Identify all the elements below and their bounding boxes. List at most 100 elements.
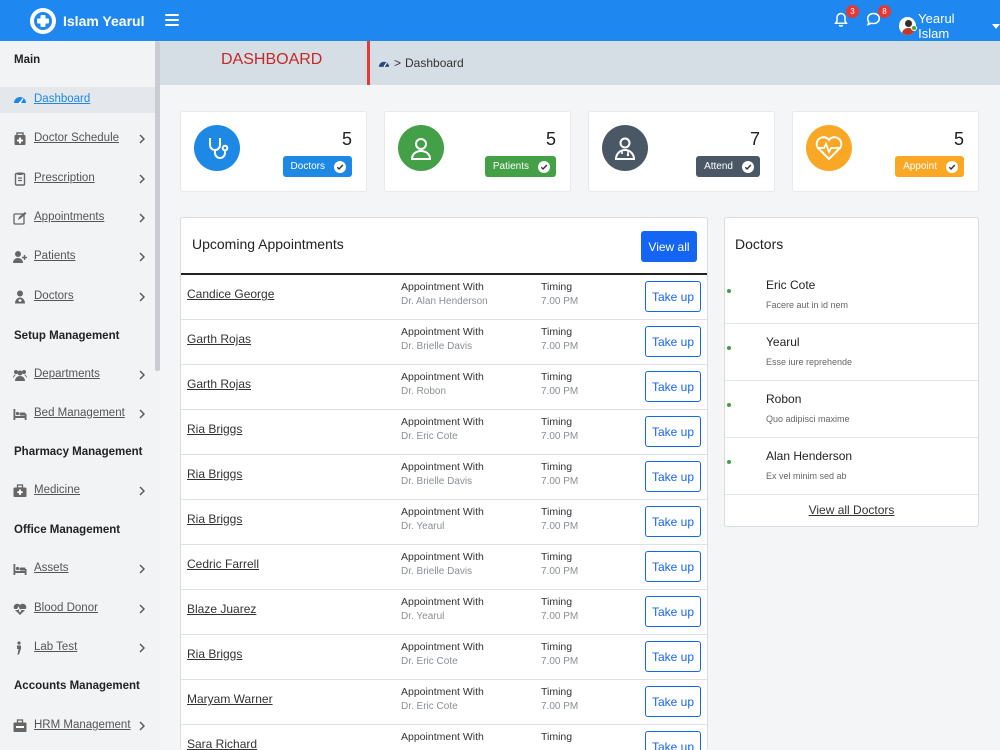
notifications-bell-icon[interactable]: 3 xyxy=(834,5,859,28)
patient-name-link[interactable]: Ria Briggs xyxy=(187,467,242,481)
patient-name-link[interactable]: Candice George xyxy=(187,287,274,301)
timing-label: Timing xyxy=(541,641,573,653)
user-plus-icon xyxy=(13,251,27,263)
list-item[interactable]: Yearul Esse iure reprehende xyxy=(725,324,978,381)
sidebar-heading-main: Main xyxy=(14,54,41,66)
stat-label: Patients xyxy=(492,161,529,172)
check-circle-icon xyxy=(538,160,550,173)
table-row: Ria Briggs Appointment With Dr. Yearul Timi… xyxy=(181,500,707,545)
list-item[interactable]: Alan Henderson Ex vel minim sed ab xyxy=(725,438,978,495)
appointment-doctor: Dr. Eric Cote xyxy=(401,431,458,442)
patient-name-link[interactable]: Ria Briggs xyxy=(187,647,242,661)
list-item[interactable]: Robon Quo adipisci maxime xyxy=(725,381,978,438)
appointment-with-label: Appointment With xyxy=(401,281,484,293)
patient-name-link[interactable]: Ria Briggs xyxy=(187,422,242,436)
table-row: Blaze Juarez Appointment With Dr. Yearul Ti… xyxy=(181,590,707,635)
breadcrumb: > Dashboard xyxy=(378,56,464,70)
chevron-right-icon xyxy=(139,174,145,184)
take-up-button[interactable]: Take up xyxy=(645,326,701,357)
stat-label: Doctors xyxy=(290,161,325,172)
table-row: Ria Briggs Appointment With Dr. Eric Cote T… xyxy=(181,635,707,680)
doctor-description: Quo adipisci maxime xyxy=(766,414,850,424)
brand[interactable]: Islam Yearul xyxy=(30,7,144,35)
appointment-with-label: Appointment With xyxy=(401,596,484,608)
stat-value: 5 xyxy=(953,129,964,149)
breadcrumb-separator: > xyxy=(394,56,402,70)
timing-label: Timing xyxy=(541,371,573,383)
panel-title: Upcoming Appointments xyxy=(192,236,344,252)
dashboard-icon xyxy=(14,97,26,105)
breadcrumb-current: Dashboard xyxy=(405,56,464,70)
table-row: Ria Briggs Appointment With Dr. Eric Cote T… xyxy=(181,410,707,455)
doctor-name: Robon xyxy=(766,392,802,406)
sidebar-item-doctors[interactable]: Doctors xyxy=(0,284,155,310)
sidebar-item-appointments[interactable]: Appointments xyxy=(0,205,155,231)
stat-card-patients: 5 Patients xyxy=(384,111,571,192)
take-up-button[interactable]: Take up xyxy=(645,416,701,447)
sidebar-item-prescription[interactable]: Prescription xyxy=(0,166,155,192)
list-item[interactable]: Eric Cote Facere aut in id nem xyxy=(725,267,978,324)
appointment-time: 7.00 PM xyxy=(541,386,579,397)
stat-card-doctors: 5 Doctors xyxy=(180,111,367,192)
timing-label: Timing xyxy=(541,551,573,563)
take-up-button[interactable]: Take up xyxy=(645,686,701,717)
take-up-button[interactable]: Take up xyxy=(645,371,701,402)
menu-toggle-icon[interactable] xyxy=(165,12,179,28)
take-up-button[interactable]: Take up xyxy=(645,506,701,537)
view-all-appointments-button[interactable]: View all xyxy=(641,231,697,262)
timing-label: Timing xyxy=(541,461,573,473)
take-up-button[interactable]: Take up xyxy=(645,731,701,750)
sidebar-item-blood-donor[interactable]: Blood Donor xyxy=(0,596,155,622)
doctors-panel: Doctors Eric Cote Facere aut in id nem Yea… xyxy=(724,217,979,527)
patient-name-link[interactable]: Maryam Warner xyxy=(187,692,273,706)
timing-label: Timing xyxy=(541,416,573,428)
patient-name-link[interactable]: Sara Richard xyxy=(187,737,257,750)
patient-name-link[interactable]: Cedric Farrell xyxy=(187,557,259,571)
sidebar-item-medicine[interactable]: Medicine xyxy=(0,478,155,504)
sidebar-item-departments[interactable]: Departments xyxy=(0,362,155,388)
patient-name-link[interactable]: Blaze Juarez xyxy=(187,602,256,616)
patient-name-link[interactable]: Garth Rojas xyxy=(187,377,251,391)
sidebar-item-bed-management[interactable]: Bed Management xyxy=(0,401,155,427)
chevron-right-icon xyxy=(139,370,145,380)
stat-label: Attend xyxy=(704,161,733,172)
sidebar-item-patients[interactable]: Patients xyxy=(0,244,155,270)
sidebar-heading-accounts: Accounts Management xyxy=(14,680,140,692)
sidebar-item-dashboard[interactable]: Dashboard xyxy=(0,87,155,113)
table-row: Candice George Appointment With Dr. Alan H… xyxy=(181,275,707,320)
sidebar-item-label: Doctor Schedule xyxy=(34,132,120,144)
appointment-time: 7.00 PM xyxy=(541,341,579,352)
chevron-right-icon xyxy=(139,604,145,614)
doctor-icon xyxy=(15,290,25,304)
table-row: Sara Richard Appointment With Timing Take u… xyxy=(181,725,707,750)
medkit-icon xyxy=(13,484,27,497)
take-up-button[interactable]: Take up xyxy=(645,641,701,672)
timing-label: Timing xyxy=(541,326,573,338)
appointment-doctor: Dr. Eric Cote xyxy=(401,656,458,667)
patient-name-link[interactable]: Ria Briggs xyxy=(187,512,242,526)
dashboard-icon[interactable] xyxy=(378,58,390,68)
page-header: DASHBOARD > Dashboard xyxy=(160,41,1000,85)
notifications-count-badge: 3 xyxy=(846,5,859,18)
messages-chat-icon[interactable]: 8 xyxy=(866,5,891,28)
appointment-doctor: Dr. Brielle Davis xyxy=(401,566,473,577)
stat-label-badge: Attend xyxy=(696,156,760,177)
view-all-doctors-link[interactable]: View all Doctors xyxy=(725,503,978,517)
take-up-button[interactable]: Take up xyxy=(645,281,701,312)
chevron-right-icon xyxy=(139,252,145,262)
online-status-dot xyxy=(727,346,731,350)
table-row: Garth Rojas Appointment With Dr. Robon Timi… xyxy=(181,365,707,410)
sidebar-item-lab-test[interactable]: Lab Test xyxy=(0,635,155,661)
take-up-button[interactable]: Take up xyxy=(645,596,701,627)
appointment-time: 7.00 PM xyxy=(541,521,579,532)
chevron-right-icon xyxy=(139,292,145,302)
timing-label: Timing xyxy=(541,731,573,743)
patient-name-link[interactable]: Garth Rojas xyxy=(187,332,251,346)
sidebar-item-doctor-schedule[interactable]: Doctor Schedule xyxy=(0,126,155,152)
doctor-icon xyxy=(602,125,648,171)
sidebar-item-assets[interactable]: Assets xyxy=(0,556,155,582)
sidebar-scrollbar[interactable] xyxy=(155,41,160,371)
sidebar-item-hrm-management[interactable]: HRM Management xyxy=(0,713,155,739)
take-up-button[interactable]: Take up xyxy=(645,551,701,582)
take-up-button[interactable]: Take up xyxy=(645,461,701,492)
